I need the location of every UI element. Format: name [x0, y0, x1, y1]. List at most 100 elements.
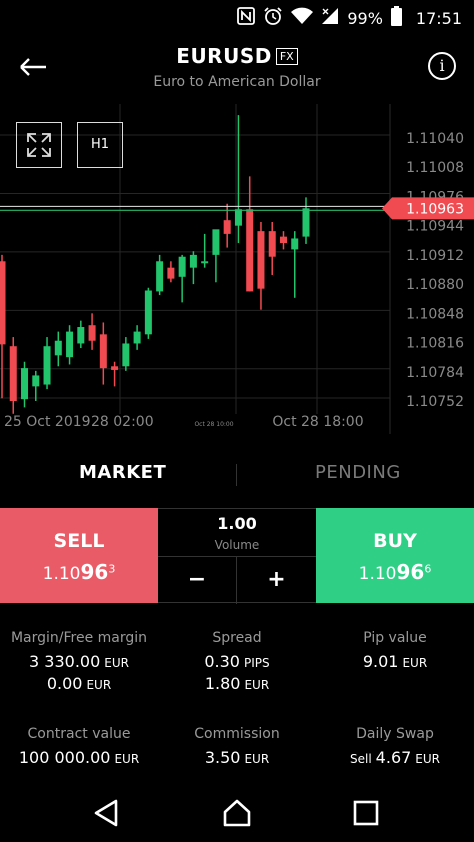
- contract-value: 100 000.00 EUR: [0, 748, 158, 767]
- sell-button[interactable]: SELL 1.10963: [0, 508, 158, 603]
- symbol-subtitle: Euro to American Dollar: [153, 74, 321, 90]
- margin-info: Margin/Free margin 3 330.00 EUR 0.00 EUR: [0, 630, 158, 693]
- pip-amount: 9.01: [362, 652, 399, 671]
- free-margin-unit: EUR: [86, 678, 112, 692]
- candle-body: [0, 261, 6, 345]
- current-price-label: 1.10963: [406, 201, 464, 217]
- commission-amount: 3.50: [204, 748, 241, 767]
- info-icon[interactable]: i: [428, 52, 456, 80]
- candle-body: [167, 267, 175, 279]
- commission-unit: EUR: [244, 752, 270, 766]
- candle-body: [257, 231, 265, 289]
- volume-value[interactable]: 1.00: [158, 514, 316, 533]
- candle-body: [99, 334, 107, 369]
- signal-icon: [321, 7, 339, 29]
- pip-unit: EUR: [402, 656, 428, 670]
- buy-price: 1.10966: [316, 560, 474, 584]
- candle-body: [291, 238, 299, 250]
- price-tick-label: 1.10880: [406, 277, 464, 293]
- margin-unit: EUR: [104, 656, 129, 670]
- fx-badge: FX: [275, 47, 298, 65]
- contract-unit: EUR: [114, 752, 140, 766]
- pip-value: 9.01 EUR: [316, 652, 474, 671]
- candle-body: [234, 209, 242, 226]
- candle-body: [201, 261, 209, 264]
- tab-market[interactable]: MARKET: [79, 462, 166, 483]
- candle-body: [178, 256, 186, 277]
- price-tick-label: 1.10912: [406, 248, 464, 264]
- volume-control: 1.00 Volume − +: [158, 508, 316, 604]
- candle-body: [77, 327, 85, 344]
- margin-amount: 3 330.00: [29, 652, 101, 671]
- tab-pending[interactable]: PENDING: [315, 462, 401, 483]
- time-label: Oct 28 10:00: [194, 421, 233, 428]
- spread-label: Spread: [212, 630, 262, 646]
- candle-body: [223, 220, 231, 234]
- candle-body: [302, 208, 310, 237]
- timeframe-button[interactable]: H1: [77, 122, 123, 168]
- spread-info: Spread 0.30 PIPS 1.80 EUR: [158, 630, 316, 693]
- commission-label: Commission: [194, 726, 280, 742]
- price-tick-label: 1.10944: [406, 219, 464, 235]
- trade-info-grid: Margin/Free margin 3 330.00 EUR 0.00 EUR S…: [0, 628, 474, 778]
- alarm-icon: [263, 6, 283, 30]
- symbol-title: EURUSD: [176, 44, 272, 68]
- nav-back-icon[interactable]: [92, 798, 122, 828]
- spread-eur: 1.80: [204, 674, 241, 693]
- candle-body: [21, 368, 29, 400]
- contract-label: Contract value: [27, 726, 131, 742]
- price-tick-label: 1.10848: [406, 306, 464, 322]
- contract-amount: 100 000.00: [18, 748, 111, 767]
- price-tick-label: 1.10752: [406, 394, 464, 410]
- candle-body: [133, 331, 141, 344]
- candle-body: [144, 290, 152, 335]
- fullscreen-button[interactable]: [16, 122, 62, 168]
- time-label: 28 02:00: [91, 414, 154, 430]
- sell-price: 1.10963: [0, 560, 158, 584]
- time-label: Oct 28 18:00: [272, 414, 363, 430]
- price-chart[interactable]: 1.110401.110081.109761.109441.109121.108…: [0, 104, 474, 434]
- status-bar: 99% 17:51: [0, 0, 474, 34]
- volume-decrease-button[interactable]: −: [158, 557, 237, 604]
- buy-price-tail: 6: [424, 562, 432, 576]
- candle-body: [32, 375, 40, 387]
- candle-body: [268, 231, 276, 257]
- candle-body: [88, 325, 96, 341]
- candle-body: [54, 340, 62, 356]
- nav-recents-icon[interactable]: [351, 798, 381, 828]
- swap-amount: 4.67: [375, 748, 412, 767]
- margin-value: 3 330.00 EUR: [0, 652, 158, 671]
- nav-home-icon[interactable]: [222, 798, 252, 828]
- app-header: EURUSD FX Euro to American Dollar i: [0, 34, 474, 104]
- swap-side: Sell: [350, 752, 372, 766]
- buy-price-big: 96: [396, 560, 425, 584]
- price-tick-label: 1.10816: [406, 336, 464, 352]
- battery-icon: [390, 6, 402, 30]
- spread-eur-unit: EUR: [244, 678, 270, 692]
- pip-value-info: Pip value 9.01 EUR: [316, 630, 474, 671]
- volume-label: Volume: [214, 538, 260, 552]
- pip-value-label: Pip value: [363, 630, 427, 646]
- commission-value: 3.50 EUR: [158, 748, 316, 767]
- volume-stepper: − +: [158, 556, 316, 604]
- price-tick-label: 1.10784: [406, 365, 464, 381]
- candle-body: [122, 343, 130, 367]
- nfc-icon: [237, 7, 256, 29]
- order-type-tabs: MARKET PENDING: [0, 450, 474, 500]
- buy-button[interactable]: BUY 1.10966: [316, 508, 474, 603]
- volume-increase-button[interactable]: +: [237, 557, 316, 604]
- spread-pips-unit: PIPS: [243, 656, 270, 670]
- candle-body: [43, 346, 51, 385]
- spread-pips: 0.30: [204, 652, 240, 671]
- spread-pips-value: 0.30 PIPS: [158, 652, 316, 671]
- commission-info: Commission 3.50 EUR: [158, 726, 316, 767]
- candle-body: [246, 209, 254, 292]
- scroll-cutoff: [0, 772, 474, 784]
- sell-price-big: 96: [80, 560, 109, 584]
- sell-label: SELL: [53, 530, 105, 552]
- candle-body: [279, 236, 287, 244]
- daily-swap-label: Daily Swap: [356, 726, 434, 742]
- free-margin-amount: 0.00: [46, 674, 83, 693]
- trade-panel: SELL 1.10963 1.00 Volume − + BUY 1.10966: [0, 508, 474, 604]
- candle-body: [111, 366, 119, 370]
